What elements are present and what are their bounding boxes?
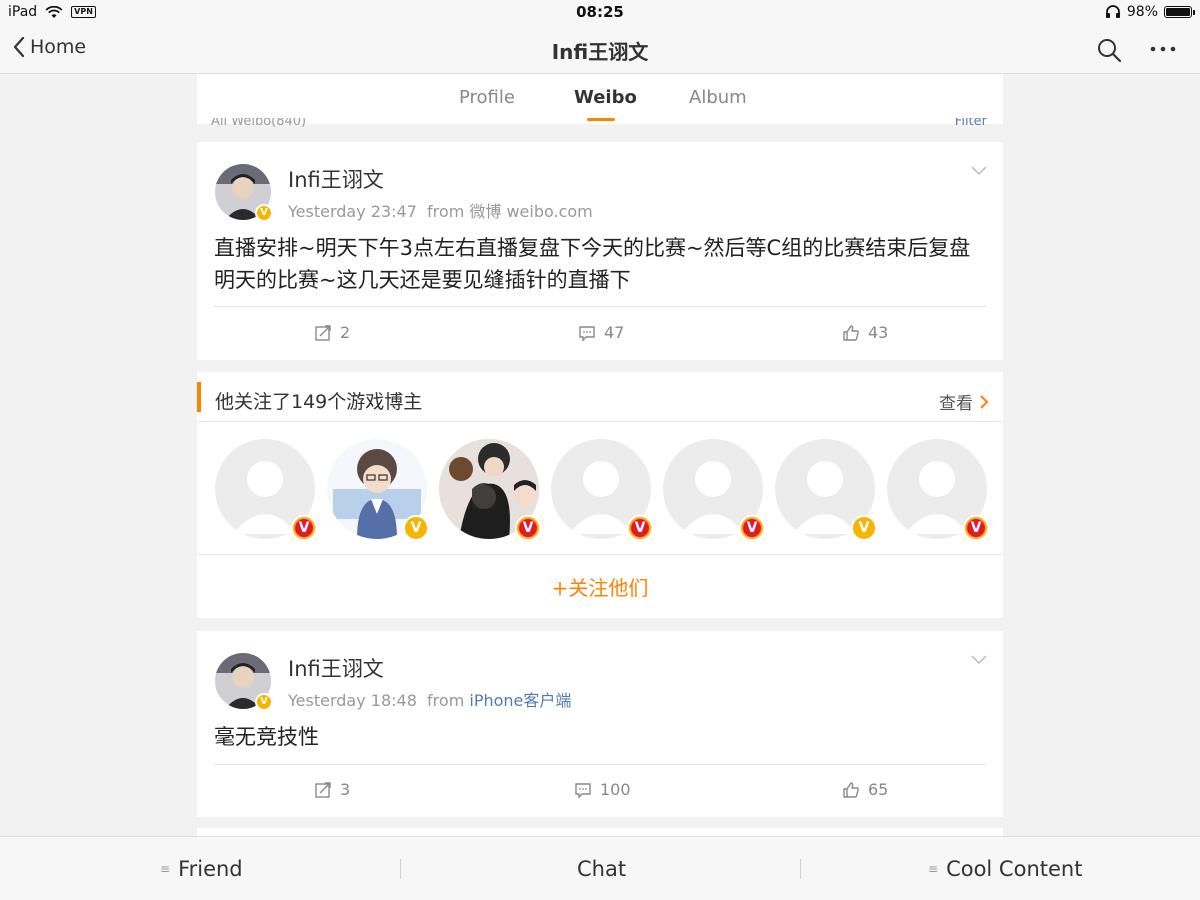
tab-profile[interactable]: Profile bbox=[459, 87, 515, 108]
headphones-icon bbox=[1105, 5, 1120, 18]
battery-icon bbox=[1164, 6, 1195, 18]
verified-badge: V bbox=[255, 693, 273, 711]
verified-badge: V bbox=[627, 515, 653, 541]
verified-badge: V bbox=[403, 515, 429, 541]
bottom-bar: ≡ Friend Chat ≡ Cool Content bbox=[0, 836, 1200, 900]
chevron-down-icon[interactable] bbox=[971, 166, 987, 176]
followed-avatar[interactable]: V bbox=[327, 439, 429, 541]
post-time: Yesterday 23:47 bbox=[288, 202, 417, 221]
bottom-separator bbox=[400, 859, 401, 879]
view-all-label: 查看 bbox=[939, 394, 973, 414]
repost-count: 2 bbox=[340, 323, 351, 342]
weibo-post: V Infi王诩文 Yesterday 18:48 from iPhone客户端… bbox=[197, 631, 1003, 817]
follow-title: 他关注了149个游戏博主 bbox=[215, 391, 423, 413]
post-from-label: from bbox=[427, 202, 465, 221]
verified-badge: V bbox=[255, 204, 273, 222]
post-text: 直播安排~明天下午3点左右直播复盘下今天的比赛~然后等C组的比赛结束后复盘明天的… bbox=[214, 236, 971, 292]
more-icon[interactable] bbox=[1148, 38, 1178, 60]
battery-fill bbox=[1166, 8, 1190, 16]
followed-avatar[interactable]: V bbox=[775, 439, 877, 541]
tab-friend-label: Friend bbox=[178, 857, 243, 881]
post-source-link[interactable]: iPhone客户端 bbox=[469, 691, 571, 710]
view-all-link[interactable]: 查看 bbox=[939, 389, 989, 414]
followed-avatar[interactable]: V bbox=[439, 439, 541, 541]
like-button[interactable]: 43 bbox=[842, 323, 888, 342]
comment-button[interactable]: 47 bbox=[578, 323, 624, 342]
thumbs-up-icon bbox=[843, 781, 859, 798]
thumbs-up-icon bbox=[843, 324, 859, 341]
followed-avatar[interactable]: V bbox=[215, 439, 317, 541]
status-time: 08:25 bbox=[576, 3, 624, 21]
follow-divider bbox=[197, 554, 1003, 555]
profile-tabs: Profile Weibo Album bbox=[197, 74, 1003, 124]
comment-count: 100 bbox=[600, 780, 631, 799]
weibo-post: V Infi王诩文 Yesterday 23:47 from 微博 weibo.… bbox=[197, 142, 1003, 360]
post-from-label: from bbox=[427, 691, 465, 710]
like-count: 65 bbox=[868, 780, 889, 799]
follow-them-button[interactable]: +关注他们 bbox=[197, 572, 1003, 601]
menu-icon: ≡ bbox=[928, 862, 939, 876]
tab-friend[interactable]: ≡ Friend bbox=[160, 857, 243, 881]
chevron-down-icon[interactable] bbox=[971, 655, 987, 665]
comment-icon bbox=[575, 782, 591, 799]
weibo-count: All Weibo(840) bbox=[211, 118, 307, 129]
followed-avatar[interactable]: V bbox=[663, 439, 765, 541]
section-accent-bar bbox=[197, 382, 201, 412]
like-count: 43 bbox=[868, 323, 889, 342]
filter-link[interactable]: Filter bbox=[955, 118, 987, 129]
repost-button[interactable]: 3 bbox=[314, 780, 350, 799]
search-icon[interactable] bbox=[1096, 37, 1122, 63]
verified-badge: V bbox=[291, 515, 317, 541]
repost-icon bbox=[315, 781, 331, 798]
post-source: 微博 weibo.com bbox=[469, 202, 593, 221]
post-divider bbox=[214, 764, 986, 765]
verified-badge: V bbox=[851, 515, 877, 541]
repost-button[interactable]: 2 bbox=[314, 323, 350, 342]
post-time: Yesterday 18:48 bbox=[288, 691, 417, 710]
menu-icon: ≡ bbox=[160, 862, 171, 876]
comment-count: 47 bbox=[604, 323, 625, 342]
followed-avatars: V V V V V V V bbox=[215, 439, 989, 541]
post-meta: Yesterday 23:47 from 微博 weibo.com bbox=[288, 198, 593, 222]
comment-button[interactable]: 100 bbox=[574, 780, 631, 799]
tab-chat-label: Chat bbox=[577, 857, 627, 881]
weibo-subheader: All Weibo(840) Filter bbox=[197, 118, 1003, 132]
verified-badge: V bbox=[739, 515, 765, 541]
nav-bar: Home Infi王诩文 bbox=[0, 24, 1200, 74]
post-author[interactable]: Infi王诩文 bbox=[288, 164, 384, 194]
post-divider bbox=[214, 306, 986, 307]
like-button[interactable]: 65 bbox=[842, 780, 888, 799]
followed-avatar[interactable]: V bbox=[551, 439, 653, 541]
repost-icon bbox=[315, 324, 331, 341]
follow-header: 他关注了149个游戏博主 查看 bbox=[197, 372, 1003, 422]
post-text: 毫无竞技性 bbox=[214, 725, 319, 749]
comment-icon bbox=[579, 325, 595, 342]
followed-avatar[interactable]: V bbox=[887, 439, 989, 541]
repost-count: 3 bbox=[340, 780, 351, 799]
page-title: Infi王诩文 bbox=[551, 40, 649, 64]
tab-cool-content[interactable]: ≡ Cool Content bbox=[928, 857, 1082, 881]
post-meta: Yesterday 18:48 from iPhone客户端 bbox=[288, 687, 571, 711]
tab-weibo[interactable]: Weibo bbox=[574, 87, 637, 108]
chevron-right-icon bbox=[980, 394, 989, 409]
status-bar: iPad VPN 08:25 98% bbox=[0, 0, 1200, 24]
tab-cool-content-label: Cool Content bbox=[946, 857, 1083, 881]
post-author[interactable]: Infi王诩文 bbox=[288, 653, 384, 683]
status-right: 98% bbox=[1105, 4, 1195, 20]
follow-recommendation: 他关注了149个游戏博主 查看 V V V V V V V +关注他们 bbox=[197, 372, 1003, 618]
bottom-separator bbox=[800, 859, 801, 879]
battery-percent: 98% bbox=[1126, 4, 1158, 20]
tab-album[interactable]: Album bbox=[689, 87, 747, 108]
verified-badge: V bbox=[963, 515, 989, 541]
verified-badge: V bbox=[515, 515, 541, 541]
tab-chat[interactable]: Chat bbox=[577, 857, 626, 881]
